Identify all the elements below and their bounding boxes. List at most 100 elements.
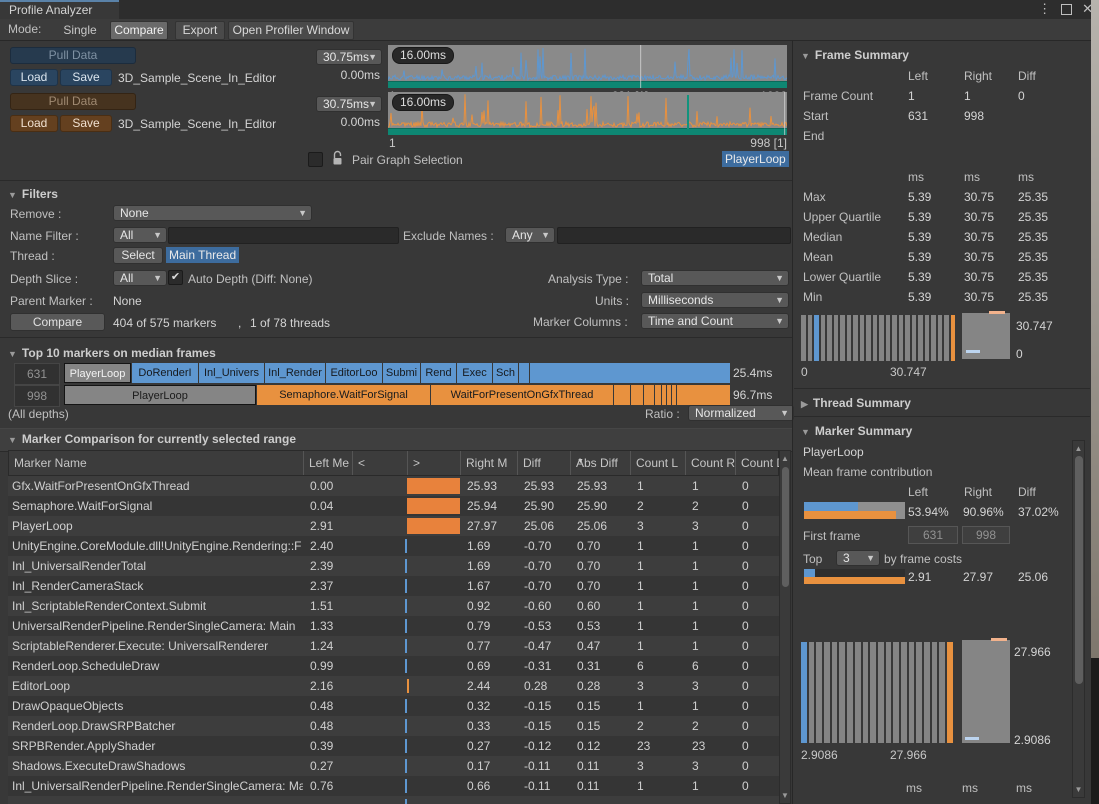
ratio-dropdown[interactable]: Normalized▼	[688, 405, 794, 421]
load-button-right[interactable]: Load	[10, 115, 58, 132]
tab-profile-analyzer[interactable]: Profile Analyzer	[0, 0, 119, 20]
table-scrollbar[interactable]: ▲ ▼	[779, 450, 791, 804]
save-button-right[interactable]: Save	[60, 115, 112, 132]
table-row[interactable]: Gfx.WaitForPresentOnGfxThread0.0025.9325…	[8, 476, 779, 496]
kebab-menu-icon[interactable]: ⋮	[1038, 1, 1051, 17]
top10-section-header[interactable]: ▼Top 10 markers on median frames	[8, 346, 216, 360]
table-row[interactable]: DrawOpaqueObjects0.480.32-0.150.15110	[8, 696, 779, 716]
top10-segment[interactable]: Submi	[383, 363, 420, 383]
table-row[interactable]: RenderLoop.ScheduleDraw0.990.69-0.310.31…	[8, 656, 779, 676]
table-row[interactable]: RenderLoop.DrawSRPBatcher0.480.33-0.150.…	[8, 716, 779, 736]
table-scroll-thumb[interactable]	[782, 467, 789, 587]
ms-scroll-up-icon[interactable]: ▲	[1073, 444, 1084, 453]
top10-segment[interactable]: Semaphore.WaitForSignal	[257, 385, 430, 405]
table-row[interactable]: Inl_RenderCameraStack2.371.67-0.700.7011…	[8, 576, 779, 596]
range-dropdown-right[interactable]: 30.75ms▼	[316, 96, 382, 112]
column-header-count-r[interactable]: Count R	[686, 451, 736, 475]
table-row[interactable]: Semaphore.WaitForSignal0.0425.9425.9025.…	[8, 496, 779, 516]
scroll-up-icon[interactable]: ▲	[780, 454, 790, 463]
top10-segment[interactable]	[672, 385, 676, 405]
export-button[interactable]: Export	[175, 21, 225, 40]
column-header--[interactable]: >	[408, 451, 461, 475]
pull-data-button-right[interactable]: Pull Data	[10, 93, 136, 110]
top10-segment[interactable]	[614, 385, 630, 405]
column-header--[interactable]: <	[353, 451, 408, 475]
name-filter-input[interactable]	[168, 227, 399, 244]
top10-segment[interactable]: Inl_Render	[265, 363, 325, 383]
save-button-left[interactable]: Save	[60, 69, 112, 86]
cell-value	[352, 516, 407, 536]
top10-segment[interactable]	[631, 385, 643, 405]
name-filter-mode-dropdown[interactable]: All▼	[113, 227, 167, 243]
column-header-marker-name[interactable]: Marker Name	[9, 451, 304, 475]
marker-summary-scrollbar[interactable]: ▲ ▼	[1072, 440, 1085, 798]
depth-slice-dropdown[interactable]: All▼	[113, 270, 167, 286]
top10-segment[interactable]: WaitForPresentOnGfxThread	[431, 385, 613, 405]
mode-compare-button[interactable]: Compare	[110, 21, 168, 40]
column-header-right-m[interactable]: Right M	[461, 451, 518, 475]
ms-top-count-dropdown[interactable]: 3▼	[836, 550, 880, 566]
pair-graph-checkbox[interactable]	[308, 152, 323, 167]
mode-single-button[interactable]: Single	[52, 21, 108, 40]
top10-segment[interactable]: Rend	[421, 363, 456, 383]
top10-segment[interactable]	[662, 385, 666, 405]
marker-summary-header[interactable]: ▼Marker Summary	[801, 424, 912, 438]
table-row[interactable]: EditorLoop2.162.440.280.28330	[8, 676, 779, 696]
table-row[interactable]: ScriptableRenderer.Execute: UniversalRen…	[8, 636, 779, 656]
open-profiler-window-button[interactable]: Open Profiler Window	[228, 21, 354, 40]
comparison-section-header[interactable]: ▼Marker Comparison for currently selecte…	[8, 432, 296, 446]
marker-columns-dropdown[interactable]: Time and Count▼	[641, 313, 789, 329]
pull-data-button-left[interactable]: Pull Data	[10, 47, 136, 64]
range-dropdown-left[interactable]: 30.75ms▼	[316, 49, 382, 65]
table-row[interactable]: Inl_ScriptableRenderContext.Submit1.510.…	[8, 596, 779, 616]
auto-depth-checkbox[interactable]: ✔	[168, 270, 183, 285]
exclude-mode-dropdown[interactable]: Any▼	[505, 227, 555, 243]
maximize-icon[interactable]	[1061, 4, 1072, 15]
ms-scroll-down-icon[interactable]: ▼	[1073, 785, 1084, 794]
column-header-left-me[interactable]: Left Me	[304, 451, 353, 475]
frame-summary-header[interactable]: ▼Frame Summary	[801, 48, 909, 62]
column-header-count-l[interactable]: Count L	[631, 451, 686, 475]
column-header-diff[interactable]: Diff	[518, 451, 571, 475]
units-dropdown[interactable]: Milliseconds▼	[641, 292, 789, 308]
top10-segment[interactable]: Inl_Univers	[199, 363, 264, 383]
table-row[interactable]: Inl_UniversalRenderTotal2.391.69-0.700.7…	[8, 556, 779, 576]
ms-first-frame-right-button[interactable]: 998	[962, 526, 1010, 544]
table-row[interactable]: UniversalRenderPipeline.RenderSingleCame…	[8, 616, 779, 636]
top10-segment[interactable]: DoRenderI	[132, 363, 198, 383]
load-button-left[interactable]: Load	[10, 69, 58, 86]
ms-scroll-thumb[interactable]	[1075, 456, 1083, 684]
top10-segment[interactable]	[667, 385, 671, 405]
column-header-count-d[interactable]: Count D	[736, 451, 780, 475]
frame-number-box-left[interactable]: 631	[14, 363, 60, 385]
compare-button[interactable]: Compare	[10, 313, 105, 331]
analysis-type-dropdown[interactable]: Total▼	[641, 270, 789, 286]
table-row[interactable]	[8, 796, 779, 804]
top10-segment[interactable]	[519, 363, 529, 383]
table-row[interactable]: SRPBRender.ApplyShader0.390.27-0.120.122…	[8, 736, 779, 756]
top10-segment[interactable]	[655, 385, 661, 405]
top10-bar-right[interactable]: PlayerLoopSemaphore.WaitForSignalWaitFor…	[64, 385, 730, 405]
table-row[interactable]: PlayerLoop2.9127.9725.0625.06330	[8, 516, 779, 536]
scroll-down-icon[interactable]: ▼	[780, 791, 790, 800]
column-header-abs-diff[interactable]: ▼Abs Diff	[571, 451, 631, 475]
remove-dropdown[interactable]: None▼	[113, 205, 312, 221]
top10-segment[interactable]	[677, 385, 730, 405]
table-row[interactable]: Inl_UniversalRenderPipeline.RenderSingle…	[8, 776, 779, 796]
top10-segment-selected[interactable]: PlayerLoop	[64, 385, 256, 405]
exclude-names-input[interactable]	[557, 227, 791, 244]
filters-section-header[interactable]: ▼Filters	[8, 187, 58, 201]
top10-segment[interactable]: EditorLoo	[326, 363, 382, 383]
thread-summary-header[interactable]: ▶Thread Summary	[801, 396, 911, 410]
top10-segment[interactable]: Exec	[457, 363, 492, 383]
top10-segment[interactable]: Sch	[493, 363, 518, 383]
top10-bar-left[interactable]: PlayerLoopDoRenderIInl_UniversInl_Render…	[64, 363, 730, 383]
thread-select-button[interactable]: Select	[113, 247, 163, 264]
ms-first-frame-left-button[interactable]: 631	[908, 526, 958, 544]
table-row[interactable]: Shadows.ExecuteDrawShadows0.270.17-0.110…	[8, 756, 779, 776]
frame-number-box-right[interactable]: 998	[14, 385, 60, 407]
top10-segment-selected[interactable]: PlayerLoop	[64, 363, 131, 383]
table-row[interactable]: UnityEngine.CoreModule.dll!UnityEngine.R…	[8, 536, 779, 556]
top10-segment[interactable]	[644, 385, 654, 405]
top10-segment[interactable]	[530, 363, 730, 383]
